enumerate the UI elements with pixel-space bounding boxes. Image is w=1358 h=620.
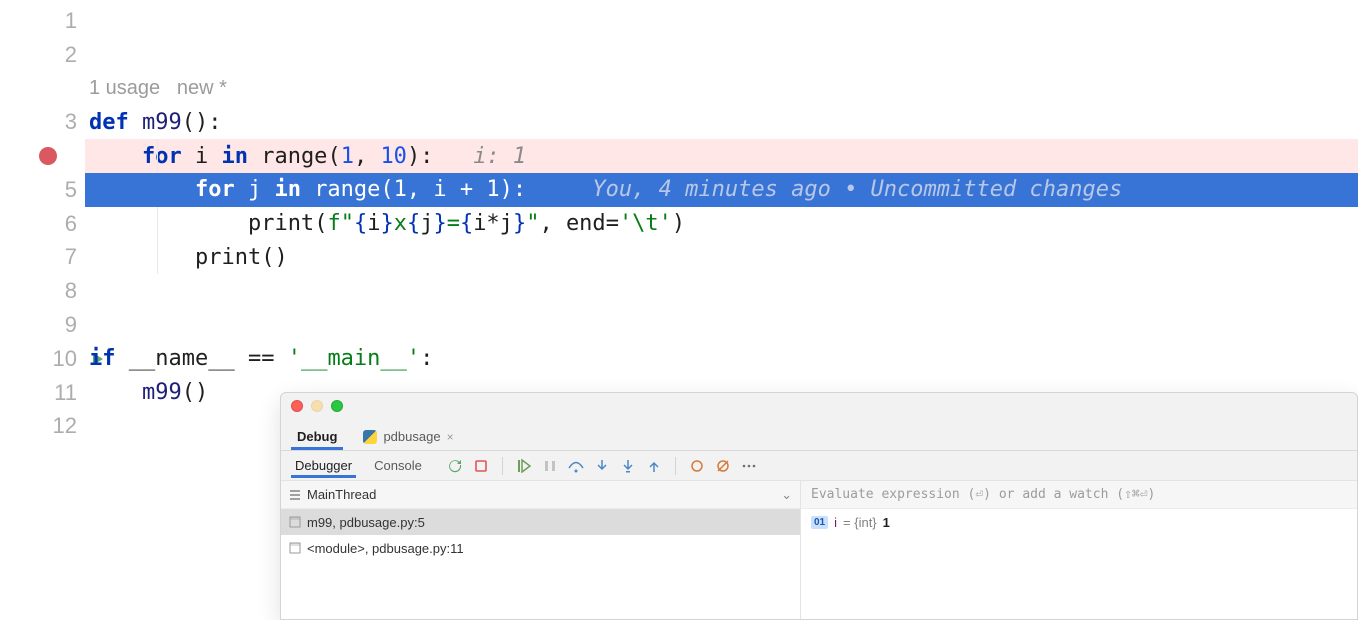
more-actions-button[interactable] xyxy=(738,455,760,477)
close-icon[interactable]: × xyxy=(447,430,454,444)
line-number: 3 xyxy=(65,109,77,135)
trace-button[interactable] xyxy=(712,455,734,477)
code-line-10[interactable]: if __name__ == '__main__': xyxy=(85,342,1358,376)
evaluate-expression-button[interactable] xyxy=(686,455,708,477)
window-minimize-icon[interactable] xyxy=(311,400,323,412)
gutter: 1 2 3 4 5 6 7 8 9 10 11 12 xyxy=(0,0,85,443)
line-number: 7 xyxy=(65,244,77,270)
step-over-button[interactable] xyxy=(565,455,587,477)
line-number: 2 xyxy=(65,42,77,68)
window-titlebar[interactable] xyxy=(281,393,1357,419)
line-number: 5 xyxy=(65,177,77,203)
code-area[interactable]: 1 usage new * def m99(): for i in range(… xyxy=(85,0,1358,443)
author-hint[interactable]: new * xyxy=(177,77,227,100)
breakpoint-icon[interactable] xyxy=(39,147,57,165)
debug-toolbar: Debugger Console xyxy=(281,451,1357,481)
line-number: 8 xyxy=(65,278,77,304)
frames-pane[interactable]: MainThread ⌄ m99, pdbusage.py:5 <module>… xyxy=(281,481,801,619)
threads-icon xyxy=(289,490,301,500)
subtab-debugger[interactable]: Debugger xyxy=(291,454,356,478)
debug-tabrow: Debug pdbusage × xyxy=(281,419,1357,451)
line-number: 12 xyxy=(53,413,77,439)
tab-run-config[interactable]: pdbusage × xyxy=(357,423,459,450)
subtab-console[interactable]: Console xyxy=(370,454,426,477)
variable-row[interactable]: 01 i = {int} 1 xyxy=(801,509,1357,535)
code-line-3[interactable]: def m99(): xyxy=(85,105,1358,139)
code-line-6[interactable]: print(f"{i}x{j}={i*j}", end='\t') xyxy=(85,207,1358,241)
line-number: 10 xyxy=(53,346,77,372)
variables-pane[interactable]: Evaluate expression (⏎) or add a watch (… xyxy=(801,481,1357,619)
frame-icon xyxy=(289,542,301,554)
git-blame-inline: You, 4 minutes ago • Uncommitted changes xyxy=(592,177,1122,202)
code-line-5-current[interactable]: for j in range(1, i + 1): You, 4 minutes… xyxy=(85,173,1358,207)
step-into-my-code-button[interactable] xyxy=(617,455,639,477)
line-number: 6 xyxy=(65,211,77,237)
resume-button[interactable] xyxy=(513,455,535,477)
code-line-4[interactable]: for i in range(1, 10): i: 1 xyxy=(85,139,1358,173)
evaluate-expression-input[interactable]: Evaluate expression (⏎) or add a watch (… xyxy=(801,481,1357,509)
usages-hint[interactable]: 1 usage xyxy=(89,77,160,100)
line-number: 9 xyxy=(65,312,77,338)
code-editor[interactable]: 1 2 3 4 5 6 7 8 9 10 11 12 1 usage new *… xyxy=(0,0,1358,443)
stack-frame[interactable]: <module>, pdbusage.py:11 xyxy=(281,535,800,561)
variable-badge: 01 xyxy=(811,516,828,529)
debug-tool-window[interactable]: Debug pdbusage × Debugger Console MainTh… xyxy=(280,392,1358,620)
window-close-icon[interactable] xyxy=(291,400,303,412)
step-into-button[interactable] xyxy=(591,455,613,477)
code-line-7[interactable]: print() xyxy=(85,241,1358,275)
chevron-down-icon: ⌄ xyxy=(781,487,792,503)
frame-icon xyxy=(289,516,301,528)
inline-variable-hint: i: 1 xyxy=(473,144,526,169)
code-annotation[interactable]: 1 usage new * xyxy=(85,72,1358,106)
pause-button[interactable] xyxy=(539,455,561,477)
step-out-button[interactable] xyxy=(643,455,665,477)
line-number: 11 xyxy=(54,380,77,406)
rerun-button[interactable] xyxy=(444,455,466,477)
stack-frame[interactable]: m99, pdbusage.py:5 xyxy=(281,509,800,535)
python-file-icon xyxy=(363,430,377,444)
thread-selector[interactable]: MainThread ⌄ xyxy=(281,481,800,509)
window-zoom-icon[interactable] xyxy=(331,400,343,412)
tab-debug[interactable]: Debug xyxy=(291,423,343,450)
stop-button[interactable] xyxy=(470,455,492,477)
line-number: 1 xyxy=(65,8,77,34)
